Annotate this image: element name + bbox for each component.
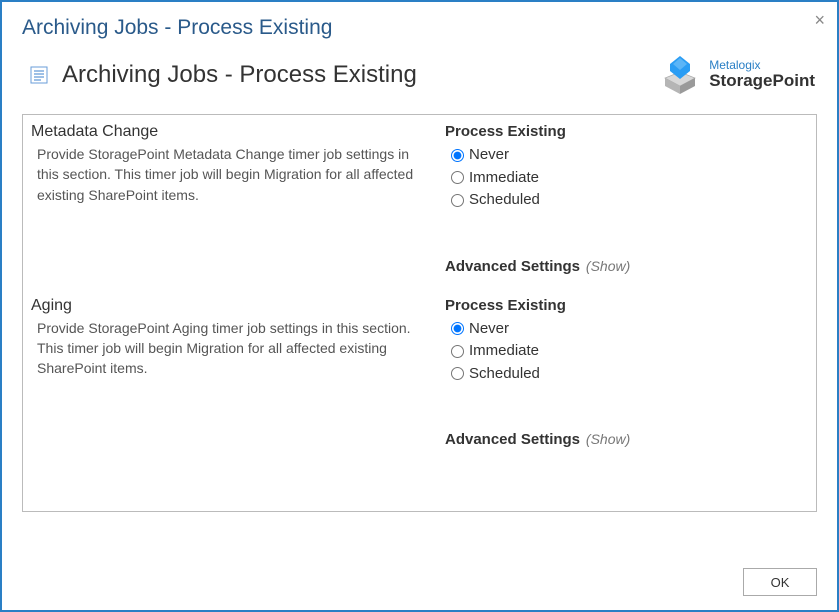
page-title: Archiving Jobs - Process Existing (62, 61, 417, 89)
radio-never-input[interactable] (451, 149, 464, 162)
radio-immediate[interactable]: Immediate (445, 167, 802, 190)
brand-text: Metalogix StoragePoint (709, 59, 815, 91)
section-aging: Aging Provide StoragePoint Aging timer j… (23, 289, 816, 449)
section-metadata-change: Metadata Change Provide StoragePoint Met… (23, 115, 816, 275)
radio-immediate-input[interactable] (451, 345, 464, 358)
radio-scheduled[interactable]: Scheduled (445, 363, 802, 386)
dialog-footer: OK (743, 568, 817, 596)
radio-never[interactable]: Never (445, 318, 802, 341)
process-existing-label: Process Existing (445, 297, 802, 314)
radio-immediate[interactable]: Immediate (445, 340, 802, 363)
section-heading: Aging (31, 297, 431, 315)
header: Archiving Jobs - Process Existing Metalo… (2, 48, 837, 106)
radio-immediate-label: Immediate (469, 167, 539, 190)
dialog-title: Archiving Jobs - Process Existing (2, 2, 837, 48)
advanced-settings-row: Advanced Settings (Show) (445, 431, 802, 448)
section-left: Metadata Change Provide StoragePoint Met… (27, 119, 437, 275)
advanced-settings-toggle[interactable]: (Show) (586, 258, 630, 274)
section-heading: Metadata Change (31, 123, 431, 141)
brand-logo: Metalogix StoragePoint (659, 54, 815, 96)
section-left: Aging Provide StoragePoint Aging timer j… (27, 293, 437, 449)
radio-immediate-input[interactable] (451, 171, 464, 184)
advanced-settings-row: Advanced Settings (Show) (445, 258, 802, 275)
brand-line2: StoragePoint (709, 72, 815, 91)
dialog-window: × Archiving Jobs - Process Existing Arch… (0, 0, 839, 612)
header-left: Archiving Jobs - Process Existing (30, 61, 417, 89)
close-icon[interactable]: × (814, 10, 825, 31)
section-right: Process Existing Never Immediate Schedul… (437, 293, 812, 449)
radio-scheduled-label: Scheduled (469, 363, 540, 386)
radio-scheduled[interactable]: Scheduled (445, 189, 802, 212)
radio-never-input[interactable] (451, 322, 464, 335)
ok-button[interactable]: OK (743, 568, 817, 596)
radio-scheduled-input[interactable] (451, 367, 464, 380)
section-description: Provide StoragePoint Aging timer job set… (31, 318, 431, 379)
radio-never-label: Never (469, 144, 509, 167)
storagepoint-icon (659, 54, 701, 96)
advanced-settings-toggle[interactable]: (Show) (586, 431, 630, 447)
advanced-settings-label: Advanced Settings (445, 431, 580, 448)
advanced-settings-label: Advanced Settings (445, 258, 580, 275)
radio-never[interactable]: Never (445, 144, 802, 167)
radio-immediate-label: Immediate (469, 340, 539, 363)
document-icon (30, 66, 48, 84)
radio-scheduled-label: Scheduled (469, 189, 540, 212)
process-existing-label: Process Existing (445, 123, 802, 140)
radio-scheduled-input[interactable] (451, 194, 464, 207)
section-right: Process Existing Never Immediate Schedul… (437, 119, 812, 275)
settings-panel: Metadata Change Provide StoragePoint Met… (22, 114, 817, 512)
radio-never-label: Never (469, 318, 509, 341)
section-description: Provide StoragePoint Metadata Change tim… (31, 144, 431, 205)
